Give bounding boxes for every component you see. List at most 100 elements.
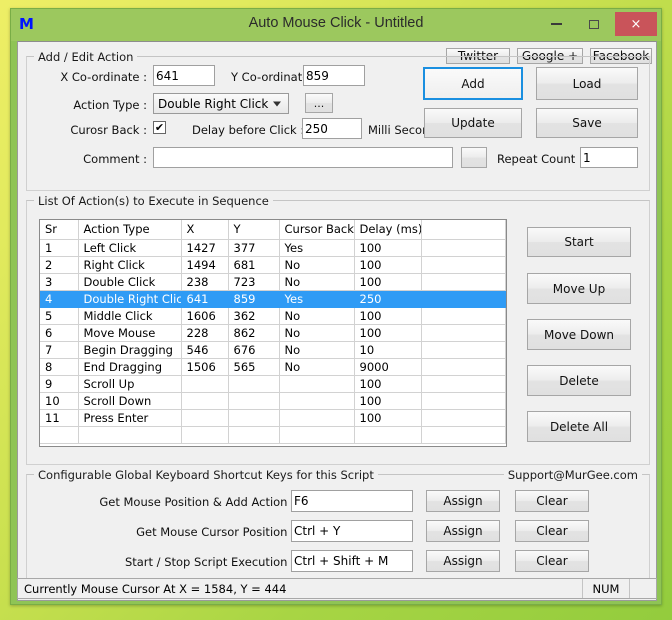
table-row[interactable]: 10 Scroll Down 100 [40,392,506,410]
cell-sr: 3 [40,273,79,291]
cell-delay: 100 [354,307,422,325]
cell-y: 377 [228,239,280,257]
cell-sr [40,426,79,444]
cell-cursor-back: No [279,256,355,274]
cell-cursor-back [279,409,355,427]
maximize-button[interactable] [575,13,613,35]
assign-button-2[interactable]: Assign [426,550,500,572]
clear-button-1[interactable]: Clear [515,520,589,542]
table-row[interactable]: 1 Left Click 1427 377 Yes 100 [40,239,506,257]
load-button[interactable]: Load [536,67,638,100]
cell-delay: 100 [354,375,422,393]
clear-button-2[interactable]: Clear [515,550,589,572]
cell-delay: 100 [354,256,422,274]
table-row[interactable]: 8 End Dragging 1506 565 No 9000 [40,358,506,376]
cell-blank [421,256,506,274]
cell-y [228,375,280,393]
table-row[interactable]: 4 Double Right Click 641 859 Yes 250 [40,290,506,308]
cell-action-type: Scroll Down [78,392,182,410]
cell-cursor-back [279,392,355,410]
cell-blank [421,290,506,308]
close-button[interactable]: × [615,12,657,36]
column-header-x[interactable]: X [181,220,229,240]
cell-blank [421,375,506,393]
table-row[interactable]: 2 Right Click 1494 681 No 100 [40,256,506,274]
save-button[interactable]: Save [536,108,638,138]
cell-sr: 6 [40,324,79,342]
cell-x [181,426,229,444]
action-type-label: Action Type : [73,98,147,112]
move-down-button[interactable]: Move Down [527,319,631,350]
cell-cursor-back [279,426,355,444]
column-header-delay[interactable]: Delay (ms) [354,220,422,240]
table-row[interactable]: 9 Scroll Up 100 [40,375,506,393]
cell-y: 723 [228,273,280,291]
shortcut-input-2[interactable]: Ctrl + Shift + M [291,550,413,572]
cell-cursor-back: Yes [279,290,355,308]
column-header-y[interactable]: Y [228,220,280,240]
shortcut-input-0[interactable]: F6 [291,490,413,512]
action-type-options-button[interactable]: ... [305,93,333,113]
cell-x [181,392,229,410]
add-edit-action-legend: Add / Edit Action [34,50,138,64]
action-list-group: List Of Action(s) to Execute in Sequence… [26,194,650,465]
comment-input[interactable] [153,147,453,168]
move-up-button[interactable]: Move Up [527,273,631,304]
cell-blank [421,341,506,359]
minimize-button[interactable] [537,13,575,35]
action-list-table[interactable]: Sr Action Type X Y Cursor Back Delay (ms… [39,219,507,447]
table-row[interactable]: 6 Move Mouse 228 862 No 100 [40,324,506,342]
shortcut-input-1[interactable]: Ctrl + Y [291,520,413,542]
cell-blank [421,273,506,291]
table-row[interactable]: 7 Begin Dragging 546 676 No 10 [40,341,506,359]
clear-button-0[interactable]: Clear [515,490,589,512]
delete-button[interactable]: Delete [527,365,631,396]
cell-x: 238 [181,273,229,291]
cell-blank [421,392,506,410]
shortcut-label-0: Get Mouse Position & Add Action : [99,495,295,509]
comment-label: Comment : [83,152,147,166]
column-header-sr[interactable]: Sr [40,220,79,240]
table-row[interactable]: 5 Middle Click 1606 362 No 100 [40,307,506,325]
delay-before-click-input[interactable]: 250 [302,118,362,139]
shortcut-label-1: Get Mouse Cursor Position : [136,525,295,539]
cell-x: 1606 [181,307,229,325]
column-header-cursor-back[interactable]: Cursor Back [279,220,355,240]
cell-y: 565 [228,358,280,376]
assign-button-1[interactable]: Assign [426,520,500,542]
minimize-icon [550,23,562,25]
cell-sr: 4 [40,290,79,308]
column-header-action-type[interactable]: Action Type [78,220,182,240]
delay-before-click-label: Delay before Click : [192,123,305,137]
close-icon: × [630,16,642,32]
update-button[interactable]: Update [424,108,522,138]
num-lock-indicator: NUM [582,579,630,598]
table-row[interactable]: 3 Double Click 238 723 No 100 [40,273,506,291]
repeat-count-input[interactable]: 1 [580,147,638,168]
cell-delay: 250 [354,290,422,308]
status-message: Currently Mouse Cursor At X = 1584, Y = … [24,581,287,596]
y-coordinate-input[interactable]: 859 [303,65,365,86]
start-button[interactable]: Start [527,227,631,257]
cell-action-type: Begin Dragging [78,341,182,359]
action-type-select[interactable]: Double Right Click [153,93,289,114]
cursor-back-checkbox[interactable]: ✔ [153,121,166,134]
delete-all-button[interactable]: Delete All [527,411,631,442]
shortcut-label-2: Start / Stop Script Execution : [124,555,295,569]
cell-delay: 100 [354,409,422,427]
table-row[interactable]: 11 Press Enter 100 [40,409,506,427]
cell-sr: 2 [40,256,79,274]
cell-blank [421,358,506,376]
comment-extra-button[interactable] [461,147,487,168]
add-button[interactable]: Add [423,67,523,100]
x-coordinate-input[interactable]: 641 [153,65,215,86]
cell-action-type: Double Click [78,273,182,291]
cursor-back-label: Curosr Back : [70,123,147,137]
cell-sr: 1 [40,239,79,257]
table-body: 1 Left Click 1427 377 Yes 100 2 Right Click 1494… [40,239,506,444]
assign-button-0[interactable]: Assign [426,490,500,512]
table-header-row: Sr Action Type X Y Cursor Back Delay (ms… [40,220,506,240]
cell-y: 862 [228,324,280,342]
table-row[interactable] [40,426,506,444]
column-header-blank[interactable] [421,220,506,240]
